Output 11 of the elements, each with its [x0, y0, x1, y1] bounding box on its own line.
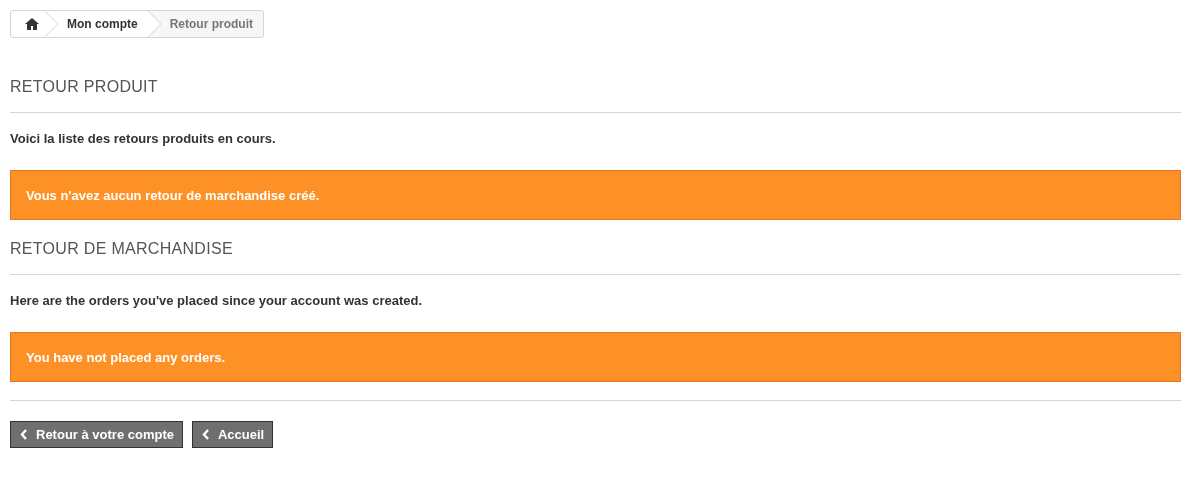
warning-alert: You have not placed any orders. [10, 332, 1181, 382]
intro-text: Here are the orders you've placed since your account was created. [10, 293, 424, 308]
chevron-left-icon [20, 429, 28, 440]
chevron-left-icon [202, 429, 210, 440]
section-heading: RETOUR PRODUIT [10, 78, 1181, 113]
back-button[interactable]: Retour à votre compte [10, 421, 183, 448]
home-icon [25, 18, 39, 30]
back-button[interactable]: Accueil [192, 421, 274, 448]
section-heading: RETOUR DE MARCHANDISE [10, 240, 1181, 275]
intro-text: Voici la liste des retours produits en cours. [10, 131, 277, 146]
warning-alert: Vous n'avez aucun retour de marchandise créé. [10, 170, 1181, 220]
